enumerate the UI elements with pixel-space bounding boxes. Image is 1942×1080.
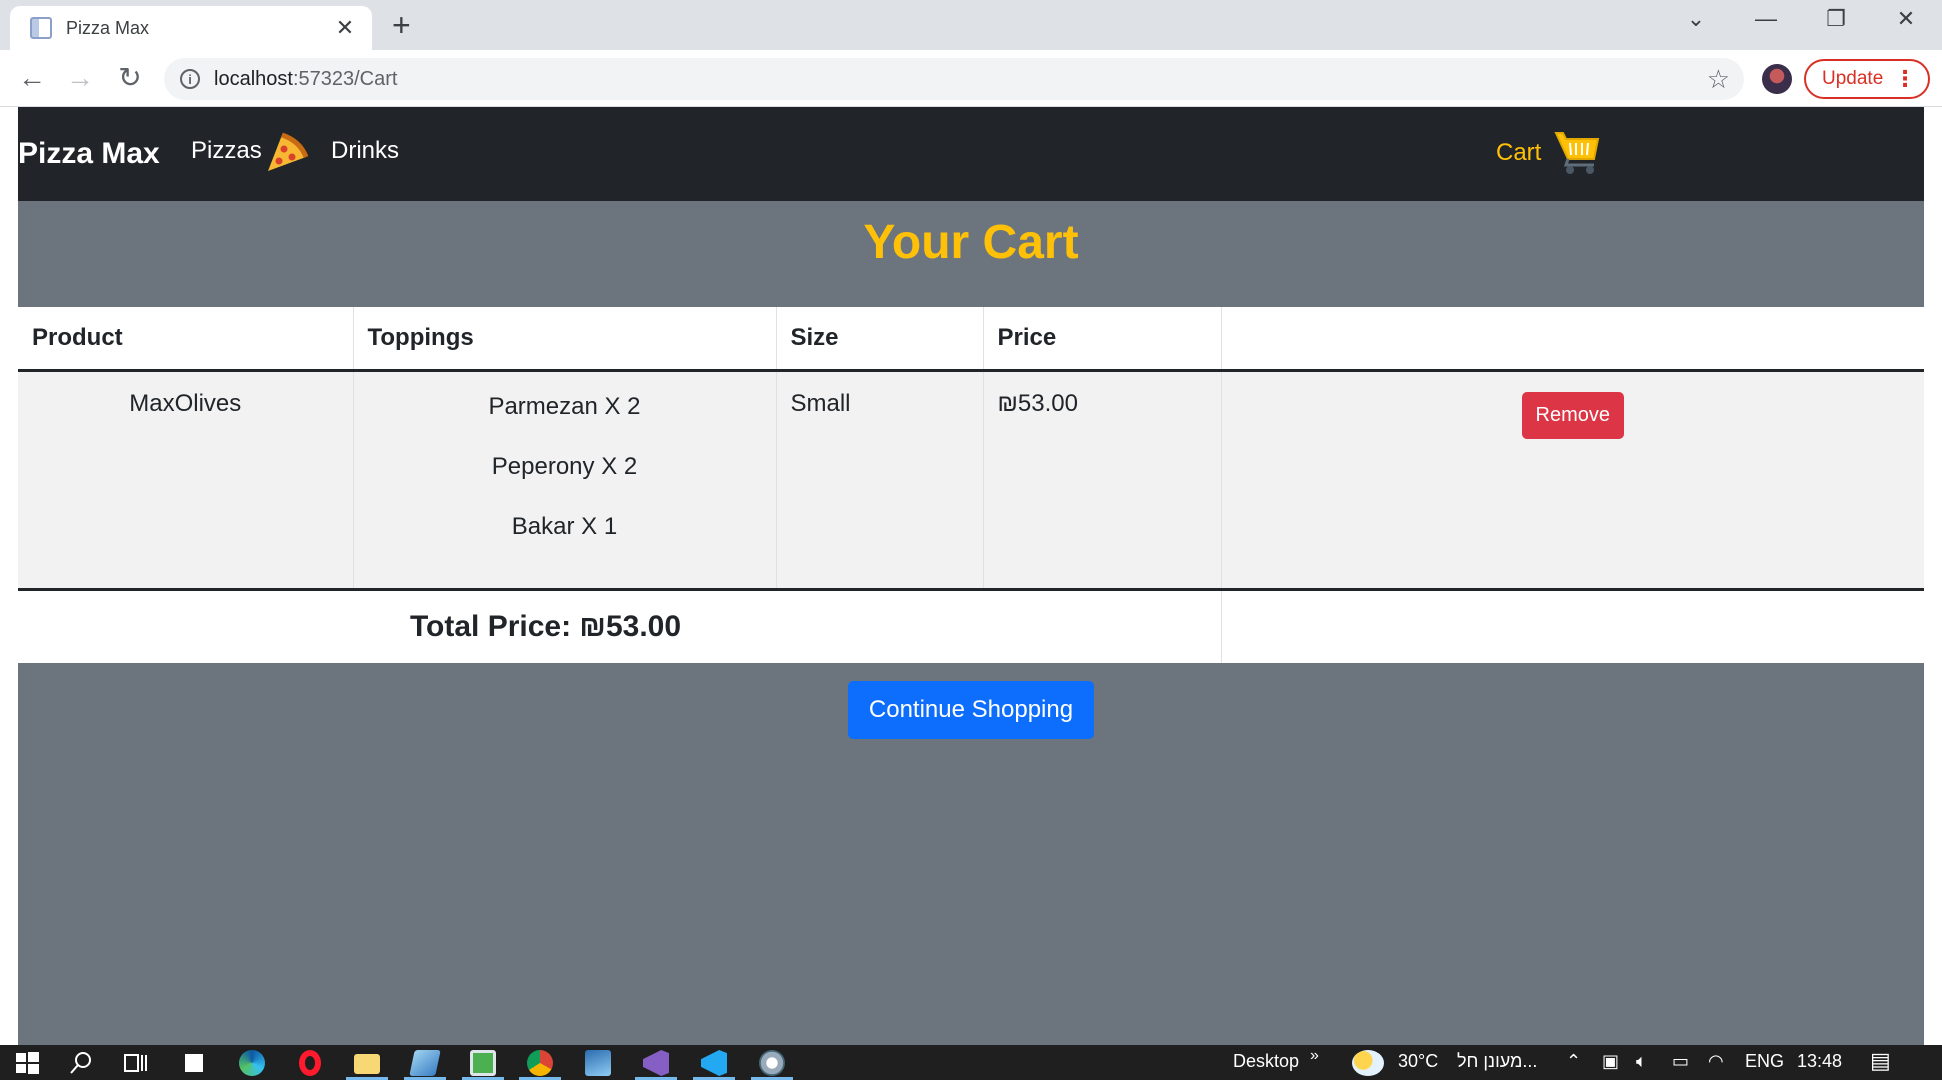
app-icon[interactable] <box>759 1050 785 1076</box>
site-info-icon[interactable]: i <box>180 69 200 89</box>
windows-start-icon[interactable] <box>14 1050 40 1076</box>
minimize-icon[interactable]: — <box>1746 6 1786 32</box>
language-indicator[interactable]: ENG <box>1745 1051 1784 1072</box>
tray-expand-icon[interactable]: ⌃ <box>1566 1051 1581 1072</box>
shopping-cart-icon[interactable] <box>1554 129 1600 175</box>
cell-product: MaxOlives <box>18 370 354 591</box>
topping-item: Peperony X 2 <box>491 452 638 480</box>
notepad-icon[interactable] <box>409 1050 441 1076</box>
desktop-toolbar-label[interactable]: Desktop <box>1233 1051 1299 1072</box>
search-icon[interactable] <box>68 1050 94 1076</box>
forward-icon[interactable]: → <box>62 62 98 94</box>
clock[interactable]: 13:48 <box>1797 1051 1842 1072</box>
back-icon[interactable]: ← <box>14 62 50 94</box>
reload-icon[interactable]: ↻ <box>112 62 148 94</box>
cell-toppings: Parmezan X 2 Peperony X 2 Bakar X 1 <box>353 370 777 591</box>
continue-shopping-button[interactable]: Continue Shopping <box>848 681 1094 739</box>
chrome-icon[interactable] <box>527 1050 553 1076</box>
bookmark-star-icon[interactable]: ☆ <box>1707 64 1730 95</box>
total-spacer <box>983 589 1222 663</box>
total-empty-cell <box>1221 589 1924 663</box>
page-container: Pizza Max Pizzas Drinks Cart Your Cart P… <box>18 107 1924 1045</box>
brand-link[interactable]: Pizza Max <box>18 137 160 171</box>
task-view-icon[interactable] <box>122 1050 148 1076</box>
column-header-price: Price <box>983 307 1222 372</box>
vscode-icon[interactable] <box>701 1050 727 1076</box>
battery-icon[interactable]: ▭ <box>1672 1051 1689 1072</box>
url-text: localhost:57323/Cart <box>214 67 398 90</box>
nav-link-pizzas[interactable]: Pizzas <box>191 137 262 165</box>
cart-table: Product Toppings Size Price MaxOlives Pa… <box>18 307 1924 663</box>
weather-temperature[interactable]: 30°C <box>1398 1051 1438 1072</box>
table-row: MaxOlives Parmezan X 2 Peperony X 2 Baka… <box>18 370 1924 591</box>
meet-now-icon[interactable]: ▣ <box>1602 1051 1619 1072</box>
cell-size: Small <box>776 370 984 591</box>
remove-button[interactable]: Remove <box>1521 391 1624 439</box>
spreadsheet-icon[interactable] <box>470 1050 496 1076</box>
tab-search-icon[interactable]: ⌄ <box>1676 6 1716 32</box>
column-header-product: Product <box>18 307 354 372</box>
column-header-actions <box>1221 307 1924 372</box>
page-favicon-icon <box>30 17 52 39</box>
total-price: Total Price: ₪53.00 <box>409 609 682 643</box>
address-bar[interactable]: i localhost:57323/Cart ☆ <box>164 58 1744 100</box>
pizza-icon <box>268 132 309 171</box>
column-header-toppings: Toppings <box>353 307 777 372</box>
profile-avatar[interactable] <box>1762 64 1792 94</box>
tab-title: Pizza Max <box>66 17 150 38</box>
topping-item: Bakar X 1 <box>511 512 618 540</box>
windows-taskbar: Desktop » 30°C מעונן חל... ⌃ ▣ 🔈︎ ▭ ◠ EN… <box>0 1045 1942 1080</box>
new-tab-button[interactable]: + <box>392 9 411 41</box>
file-explorer-icon[interactable] <box>354 1054 380 1074</box>
browser-titlebar: Pizza Max ✕ + ⌄ — ❐ ✕ <box>0 0 1942 50</box>
page-viewport: Pizza Max Pizzas Drinks Cart Your Cart P… <box>0 107 1942 1045</box>
close-tab-icon[interactable]: ✕ <box>332 15 358 41</box>
nav-link-cart[interactable]: Cart <box>1496 139 1541 167</box>
column-header-size: Size <box>776 307 984 372</box>
page-title: Your Cart <box>863 216 1079 269</box>
browser-toolbar: ← → ↻ i localhost:57323/Cart ☆ Update ⋮ <box>0 50 1942 107</box>
visual-studio-icon[interactable] <box>643 1050 669 1076</box>
weather-description[interactable]: מעונן חל... <box>1457 1051 1537 1072</box>
total-cell: Total Price: ₪53.00 <box>18 589 983 663</box>
browser-tab[interactable]: Pizza Max ✕ <box>10 6 372 50</box>
table-header-row: Product Toppings Size Price <box>18 307 1924 372</box>
weather-icon[interactable] <box>1352 1050 1384 1076</box>
close-window-icon[interactable]: ✕ <box>1886 6 1926 32</box>
more-menu-icon[interactable]: ⋮ <box>1894 65 1916 93</box>
store-icon[interactable] <box>181 1050 207 1076</box>
cell-actions: Remove <box>1221 370 1924 591</box>
volume-icon[interactable]: 🔈︎ <box>1636 1051 1647 1072</box>
photos-icon[interactable] <box>585 1050 611 1076</box>
site-navbar: Pizza Max Pizzas Drinks Cart <box>18 107 1924 201</box>
total-row: Total Price: ₪53.00 <box>18 589 1924 663</box>
topping-item: Parmezan X 2 <box>488 392 641 420</box>
restore-icon[interactable]: ❐ <box>1816 6 1856 32</box>
edge-icon[interactable] <box>239 1050 265 1076</box>
cell-price: ₪53.00 <box>983 370 1222 591</box>
update-button[interactable]: Update ⋮ <box>1804 59 1930 99</box>
toolbar-expand-icon[interactable]: » <box>1310 1047 1319 1065</box>
opera-icon[interactable] <box>299 1050 321 1076</box>
wifi-icon[interactable]: ◠ <box>1708 1051 1724 1072</box>
nav-link-drinks[interactable]: Drinks <box>331 137 399 165</box>
notifications-icon[interactable]: ▤ <box>1870 1048 1891 1074</box>
